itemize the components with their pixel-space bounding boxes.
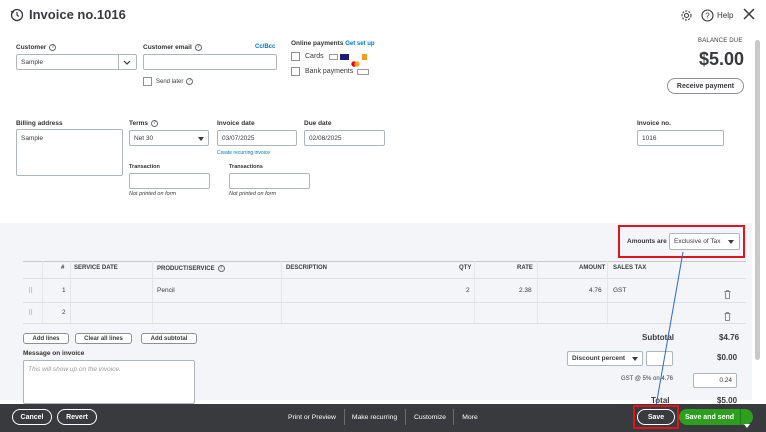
make-recurring-button[interactable]: Make recurring <box>348 409 401 425</box>
save-and-send-label: Save and send <box>685 413 735 421</box>
cancel-button[interactable]: Cancel <box>12 409 52 425</box>
caret-down-icon[interactable] <box>744 415 750 432</box>
annotation-arrow <box>655 251 684 407</box>
vertical-scrollbar[interactable] <box>755 40 760 360</box>
highlight-save <box>633 405 679 429</box>
print-preview-button[interactable]: Print or Preview <box>283 409 341 425</box>
revert-button[interactable]: Revert <box>57 409 97 425</box>
more-button[interactable]: More <box>458 409 482 425</box>
save-and-send-button[interactable]: Save and send <box>679 409 753 425</box>
customize-button[interactable]: Customize <box>410 409 450 425</box>
